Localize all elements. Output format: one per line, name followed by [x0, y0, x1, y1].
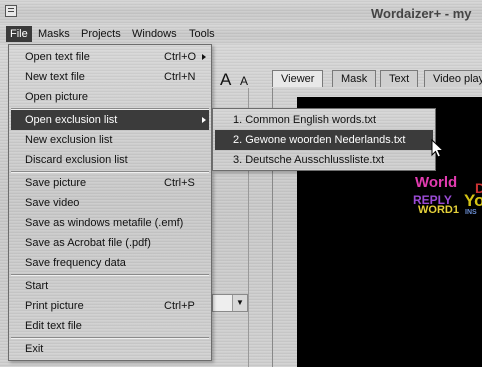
menu-projects[interactable]: Projects [77, 26, 125, 42]
menu-item-save-pdf[interactable]: Save as Acrobat file (.pdf) [11, 233, 209, 253]
font-dropdown[interactable]: ▼ [212, 294, 248, 312]
menu-item-save-picture[interactable]: Save picture Ctrl+S [11, 173, 209, 193]
canvas-word: Yo [464, 191, 482, 210]
window-title: Wordaizer+ - my [371, 6, 472, 21]
menu-item-save-video[interactable]: Save video [11, 193, 209, 213]
canvas-word: INS [465, 209, 477, 216]
menu-item-open-picture[interactable]: Open picture [11, 87, 209, 107]
menu-item-open-exclusion-list[interactable]: Open exclusion list [11, 110, 209, 130]
exclusion-list-submenu: 1. Common English words.txt 2. Gewone wo… [212, 108, 436, 171]
submenu-arrow-icon [202, 54, 206, 60]
menu-file[interactable]: File [6, 26, 32, 42]
tab-text[interactable]: Text [380, 70, 419, 87]
title-bar: Wordaizer+ - my [0, 0, 482, 24]
submenu-item-deutsche[interactable]: 3. Deutsche Ausschlussliste.txt [215, 150, 433, 170]
menu-item-save-frequency-data[interactable]: Save frequency data [11, 253, 209, 273]
submenu-item-common-english[interactable]: 1. Common English words.txt [215, 110, 433, 130]
menu-item-print-picture[interactable]: Print picture Ctrl+P [11, 296, 209, 316]
menu-masks[interactable]: Masks [34, 26, 74, 42]
menu-item-save-emf[interactable]: Save as windows metafile (.emf) [11, 213, 209, 233]
menu-item-start[interactable]: Start [11, 276, 209, 296]
tab-video-play[interactable]: Video play [424, 70, 482, 87]
canvas-word: World [415, 174, 458, 191]
menu-item-edit-text-file[interactable]: Edit text file [11, 316, 209, 336]
menu-bar: File Masks Projects Windows Tools [0, 24, 482, 44]
menu-item-discard-exclusion-list[interactable]: Discard exclusion list [11, 150, 209, 170]
menu-item-new-exclusion-list[interactable]: New exclusion list [11, 130, 209, 150]
file-menu: Open text file Ctrl+O New text file Ctrl… [8, 44, 212, 361]
chevron-down-icon[interactable]: ▼ [232, 295, 247, 311]
mouse-cursor-icon [431, 139, 445, 158]
font-size-smaller-button[interactable]: A [240, 74, 248, 88]
tab-mask[interactable]: Mask [332, 70, 377, 87]
app-menu-icon[interactable] [5, 5, 17, 17]
submenu-arrow-icon [202, 117, 206, 123]
view-tabs: Viewer Mask Text Video play [272, 70, 482, 88]
canvas-word: WORD1 [418, 204, 459, 216]
menu-item-new-text-file[interactable]: New text file Ctrl+N [11, 67, 209, 87]
menu-item-open-text-file[interactable]: Open text file Ctrl+O [11, 47, 209, 67]
font-size-larger-button[interactable]: A [220, 70, 231, 90]
tab-viewer[interactable]: Viewer [272, 70, 324, 87]
menu-tools[interactable]: Tools [185, 26, 219, 42]
submenu-item-gewone-woorden[interactable]: 2. Gewone woorden Nederlands.txt [215, 130, 433, 150]
menu-windows[interactable]: Windows [128, 26, 181, 42]
menu-item-exit[interactable]: Exit [11, 339, 209, 359]
